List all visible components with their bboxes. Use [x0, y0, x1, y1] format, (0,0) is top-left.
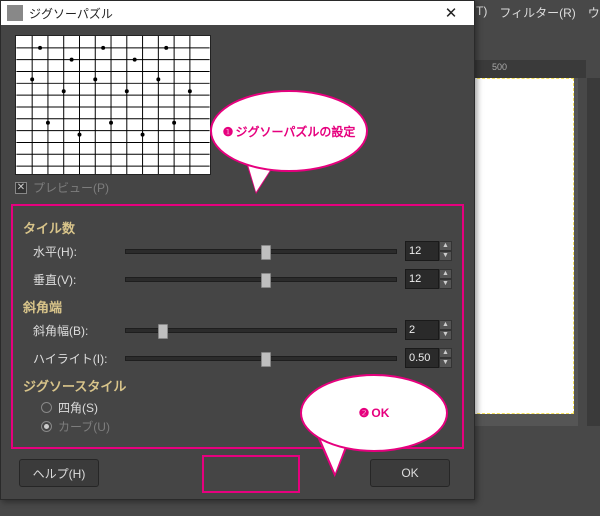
dialog-title: ジグソーパズル [29, 5, 113, 22]
spin-up-icon[interactable]: ▲ [439, 348, 452, 358]
curve-radio[interactable] [41, 421, 52, 432]
preview-image [15, 35, 211, 175]
vertical-slider[interactable] [125, 277, 397, 282]
spin-up-icon[interactable]: ▲ [439, 320, 452, 330]
spin-down-icon[interactable]: ▼ [439, 279, 452, 289]
curve-radio-label: カーブ(U) [58, 418, 110, 435]
bevel-width-slider[interactable] [125, 328, 397, 333]
horizontal-slider[interactable] [125, 249, 397, 254]
vertical-value[interactable] [405, 269, 439, 289]
preview-label: プレビュー(P) [33, 179, 109, 196]
highlight-label: ハイライト(I): [23, 350, 117, 367]
ruler-tick: 500 [492, 62, 507, 72]
bevel-title: 斜角端 [23, 297, 452, 316]
spin-down-icon[interactable]: ▼ [439, 330, 452, 340]
bevel-width-label: 斜角幅(B): [23, 322, 117, 339]
square-radio[interactable] [41, 402, 52, 413]
preview-checkbox[interactable]: ✕ [15, 182, 27, 194]
spin-down-icon[interactable]: ▼ [439, 358, 452, 368]
dialog-titlebar[interactable]: ジグソーパズル ✕ [1, 1, 474, 25]
vertical-label: 垂直(V): [23, 271, 117, 288]
menu-item[interactable]: フィルター(R) [493, 2, 581, 24]
spin-up-icon[interactable]: ▲ [439, 241, 452, 251]
ok-button[interactable]: OK [370, 459, 450, 487]
help-button[interactable]: ヘルプ(H) [19, 459, 99, 487]
square-radio-label: 四角(S) [58, 399, 98, 416]
annotation-bubble-2: ❷OK [300, 374, 448, 452]
horizontal-value[interactable] [405, 241, 439, 261]
annotation-bubble-1: ❶ジグソーパズルの設定 [210, 90, 368, 172]
horizontal-label: 水平(H): [23, 243, 117, 260]
tile-count-title: タイル数 [23, 218, 452, 237]
dialog-icon [7, 5, 23, 21]
spin-up-icon[interactable]: ▲ [439, 269, 452, 279]
highlight-slider[interactable] [125, 356, 397, 361]
spin-down-icon[interactable]: ▼ [439, 251, 452, 261]
bevel-width-value[interactable] [405, 320, 439, 340]
highlight-value[interactable] [405, 348, 439, 368]
menu-item[interactable]: ウィンドウ(W) [582, 2, 600, 24]
close-icon[interactable]: ✕ [434, 4, 468, 22]
vertical-scrollbar[interactable] [587, 78, 600, 426]
